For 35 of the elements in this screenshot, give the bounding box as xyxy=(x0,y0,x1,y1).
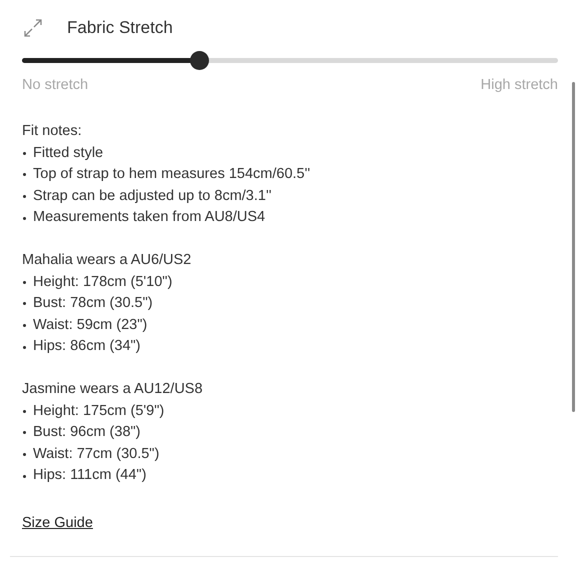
list-item: Waist: 59cm (23") xyxy=(33,316,148,335)
bullet-icon xyxy=(23,195,26,198)
section-heading: Mahalia wears a AU6/US2 xyxy=(22,250,192,270)
section-heading: Jasmine wears a AU12/US8 xyxy=(22,380,204,399)
bullet-icon xyxy=(23,173,26,176)
list-item: Height: 175cm (5'9") xyxy=(33,402,164,421)
list-item: Hips: 111cm (44") xyxy=(33,466,146,486)
list-item: Top of strap to hem measures 154cm/60.5'' xyxy=(33,165,310,184)
expand-arrows-icon xyxy=(23,18,43,38)
scrollbar[interactable] xyxy=(572,82,575,412)
list-item: Height: 178cm (5'10") xyxy=(33,272,172,292)
bullet-icon xyxy=(23,280,26,284)
max-label: High stretch xyxy=(480,77,558,93)
list-item: Hips: 86cm (34") xyxy=(33,337,140,356)
bullet-icon xyxy=(23,216,26,220)
section-title: Fabric Stretch xyxy=(67,18,173,38)
bullet-icon xyxy=(23,152,26,155)
bullet-icon xyxy=(23,324,26,328)
slider-thumb[interactable] xyxy=(190,51,209,70)
list-item: Waist: 77cm (30.5") xyxy=(33,444,160,464)
bullet-icon xyxy=(23,431,26,434)
size-guide-link[interactable]: Size Guide xyxy=(22,514,93,531)
list-item: Fitted style xyxy=(33,144,104,163)
list-item: Strap can be adjusted up to 8cm/3.1'' xyxy=(33,186,272,206)
bullet-icon xyxy=(23,453,26,456)
bullet-icon xyxy=(23,302,26,306)
section-heading: Fit notes: xyxy=(22,122,83,141)
slider[interactable] xyxy=(22,51,558,70)
bullet-icon xyxy=(23,474,26,478)
bullet-icon xyxy=(23,346,26,349)
list-item: Measurements taken from AU8/US4 xyxy=(33,208,266,228)
list-item: Bust: 96cm (38") xyxy=(33,423,140,442)
min-label: No stretch xyxy=(22,77,88,93)
list-item: Bust: 78cm (30.5") xyxy=(33,294,153,314)
bullet-icon xyxy=(23,410,26,413)
